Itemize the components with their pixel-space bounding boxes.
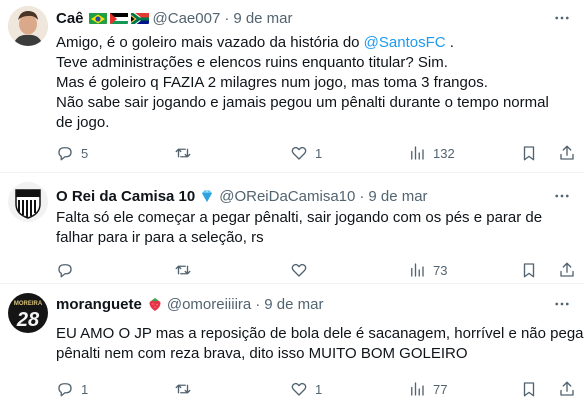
more-icon[interactable] <box>552 186 572 206</box>
santos-crest-avatar <box>8 182 48 222</box>
mention-link[interactable]: @SantosFC <box>364 34 446 51</box>
retweet-icon <box>175 148 191 158</box>
retweet-button[interactable] <box>174 143 199 163</box>
tweet-header: O Rei da Camisa 10 @OReiDaCamisa10 · 9 d… <box>56 186 428 206</box>
south-africa-flag-icon <box>130 12 149 24</box>
reply-button[interactable]: 5 <box>56 143 88 163</box>
tweet-text: Falta só ele começar a pegar pênalti, sa… <box>56 208 578 248</box>
separator: · <box>255 295 261 313</box>
like-button[interactable] <box>290 260 315 280</box>
action-bar: 5 1 132 <box>56 143 578 163</box>
jersey-avatar: MOREIRA 28 <box>8 293 48 333</box>
reply-icon <box>58 264 72 278</box>
author-handle[interactable]: @omoreiiiira <box>167 296 251 313</box>
text-segment: Amigo, é o goleiro mais vazado da histór… <box>56 34 364 51</box>
tweet-oreidacamisa10[interactable]: O Rei da Camisa 10 @OReiDaCamisa10 · 9 d… <box>0 172 584 283</box>
views-button[interactable]: 132 <box>408 143 455 163</box>
author-name[interactable]: Caê <box>56 10 84 27</box>
retweet-button[interactable] <box>174 379 199 399</box>
tweet-date[interactable]: 9 de mar <box>264 296 323 313</box>
like-icon <box>291 146 307 160</box>
avatar-sub-text: MOREIRA <box>14 301 43 307</box>
diamond-icon <box>199 188 215 204</box>
avatar[interactable] <box>8 6 48 46</box>
retweet-button[interactable] <box>174 260 199 280</box>
strawberry-icon <box>147 296 163 312</box>
palestine-flag-icon <box>109 12 128 24</box>
like-count: 1 <box>315 381 323 397</box>
like-icon <box>291 263 307 277</box>
bookmark-button[interactable] <box>520 260 538 280</box>
retweet-icon <box>175 265 191 275</box>
text-segment: . <box>445 34 454 51</box>
bookmark-icon <box>523 382 535 397</box>
avatar[interactable]: MOREIRA 28 <box>8 293 48 333</box>
tweet-date[interactable]: 9 de mar <box>368 188 427 205</box>
action-bar: 73 <box>56 260 578 280</box>
bookmark-button[interactable] <box>520 143 538 163</box>
views-count: 73 <box>433 262 448 278</box>
tweet-text: EU AMO O JP mas a reposição de bola dele… <box>56 324 584 364</box>
avatar[interactable] <box>8 182 48 222</box>
tweet-line: EU AMO O JP mas a reposição de bola dele… <box>56 325 584 342</box>
avatar-number-text: 28 <box>16 309 40 331</box>
views-icon <box>411 382 424 396</box>
tweet-line: Mas é goleiro q FAZIA 2 milagres num jog… <box>56 74 488 91</box>
tweet-line: Não sabe sair jogando e jamais pegou um … <box>56 94 549 111</box>
tweet-line: pênalti nem com reza brava, dito isso MU… <box>56 345 468 362</box>
action-bar: 1 1 77 <box>56 379 578 399</box>
views-count: 77 <box>433 381 448 397</box>
share-icon <box>560 381 574 396</box>
share-button[interactable] <box>558 379 576 399</box>
share-button[interactable] <box>558 260 576 280</box>
tweet-text: Amigo, é o goleiro mais vazado da histór… <box>56 33 578 133</box>
tweet-cae[interactable]: Caê @Cae007 · 9 de mar Amigo, é o goleir… <box>0 0 584 172</box>
views-button[interactable]: 77 <box>408 379 447 399</box>
brazil-flag-icon <box>88 12 107 24</box>
share-icon <box>560 145 574 160</box>
avatar-photo <box>8 6 48 46</box>
separator: · <box>224 9 230 27</box>
like-button[interactable]: 1 <box>290 143 322 163</box>
like-icon <box>291 382 307 396</box>
share-icon <box>560 262 574 277</box>
separator: · <box>359 187 365 205</box>
views-button[interactable]: 73 <box>408 260 447 280</box>
reply-button[interactable] <box>56 260 81 280</box>
views-count: 132 <box>433 145 455 161</box>
bookmark-icon <box>523 146 535 161</box>
bookmark-icon <box>523 263 535 278</box>
author-handle[interactable]: @OReiDaCamisa10 <box>219 188 355 205</box>
reply-icon <box>58 147 72 161</box>
more-icon[interactable] <box>552 8 572 28</box>
tweet-line: Falta só ele começar a pegar pênalti, sa… <box>56 209 543 226</box>
author-name[interactable]: O Rei da Camisa 10 <box>56 188 195 205</box>
reply-count: 1 <box>81 381 89 397</box>
reply-icon <box>58 383 72 397</box>
more-icon[interactable] <box>552 294 572 314</box>
tweet-line: Teve administrações e elencos ruins enqu… <box>56 54 448 71</box>
tweet-line: de jogo. <box>56 114 110 131</box>
tweet-line: falhar para ir para a seleção, rs <box>56 229 264 246</box>
share-button[interactable] <box>558 143 576 163</box>
reply-button[interactable]: 1 <box>56 379 88 399</box>
bookmark-button[interactable] <box>520 379 538 399</box>
views-icon <box>411 263 424 277</box>
author-handle[interactable]: @Cae007 <box>153 10 221 27</box>
tweet-line: Amigo, é o goleiro mais vazado da histór… <box>56 33 578 53</box>
tweet-moranguete[interactable]: MOREIRA 28 moranguete @omoreiiiira · 9 d… <box>0 283 584 411</box>
tweet-date[interactable]: 9 de mar <box>233 10 292 27</box>
reply-count: 5 <box>81 145 89 161</box>
tweet-header: Caê @Cae007 · 9 de mar <box>56 8 293 28</box>
like-button[interactable]: 1 <box>290 379 322 399</box>
tweet-header: moranguete @omoreiiiira · 9 de mar <box>56 294 323 314</box>
author-name[interactable]: moranguete <box>56 296 142 313</box>
views-icon <box>411 146 424 160</box>
like-count: 1 <box>315 145 323 161</box>
retweet-icon <box>175 384 191 394</box>
